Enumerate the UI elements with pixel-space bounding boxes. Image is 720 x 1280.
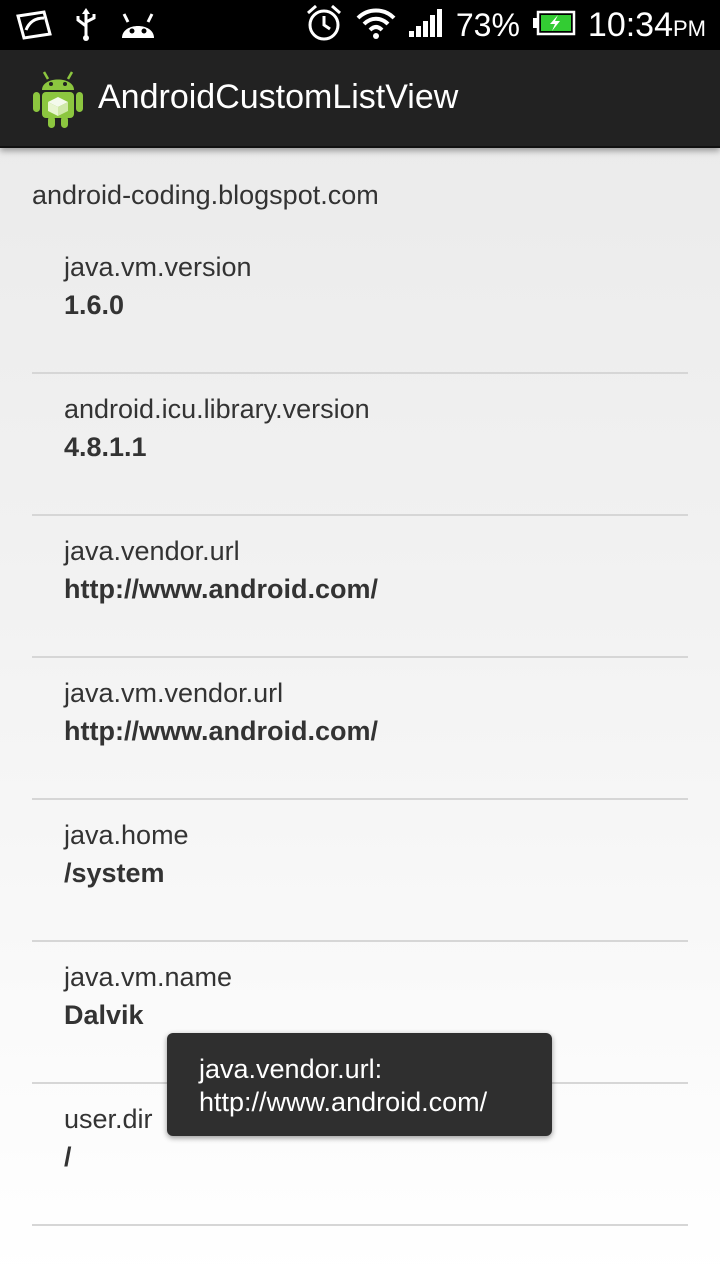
list-item[interactable]: java.vendor.url http://www.android.com/ [32,516,688,658]
android-debug-icon [118,10,158,45]
item-value: /system [64,858,165,888]
battery-percent: 73% [455,6,520,43]
item-key: user.dir [64,1104,153,1134]
status-bar: 73% 10:34PM [0,0,720,50]
action-bar: AndroidCustomListView [0,50,720,148]
item-key: android.icu.library.version [64,394,370,424]
clock-time: 10:34 [587,5,673,44]
item-value: / [64,1142,72,1172]
item-key: java.vm.name [64,962,233,992]
item-value: 1.6.0 [64,290,125,320]
item-key: java.vm.version [64,252,252,282]
item-key: java.vendor.url [64,536,240,566]
signal-icon [408,7,444,44]
message-icon [14,10,54,45]
battery-charging-icon [532,10,576,41]
item-key: java.vm.vendor.url [64,678,284,708]
toast-line-2: http://www.android.com/ [199,1087,488,1117]
list-item[interactable]: java.vm.version 1.6.0 [32,232,688,374]
wifi-icon [356,6,396,45]
list-item[interactable]: android.icu.library.version 4.8.1.1 [32,374,688,516]
toast-line-1: java.vendor.url: [199,1054,383,1084]
header-text: android-coding.blogspot.com [32,180,379,210]
status-bar-right-icons: 73% 10:34PM [304,4,706,46]
alarm-icon [304,3,344,48]
item-value: Dalvik [64,1000,144,1030]
clock-ampm: PM [673,15,706,41]
item-value: http://www.android.com/ [64,574,378,604]
app-title: AndroidCustomListView [98,78,459,116]
item-value: 4.8.1.1 [64,432,147,462]
android-app-icon[interactable] [30,70,86,130]
toast-message: java.vendor.url: http://www.android.com/ [167,1033,552,1136]
list-item[interactable]: java.home /system [32,800,688,942]
clock: 10:34PM [588,6,706,45]
item-key: java.home [64,820,189,850]
status-bar-left-icons [14,8,158,47]
list-item[interactable]: java.vm.vendor.url http://www.android.co… [32,658,688,800]
item-value: http://www.android.com/ [64,716,378,746]
usb-icon [72,8,100,47]
